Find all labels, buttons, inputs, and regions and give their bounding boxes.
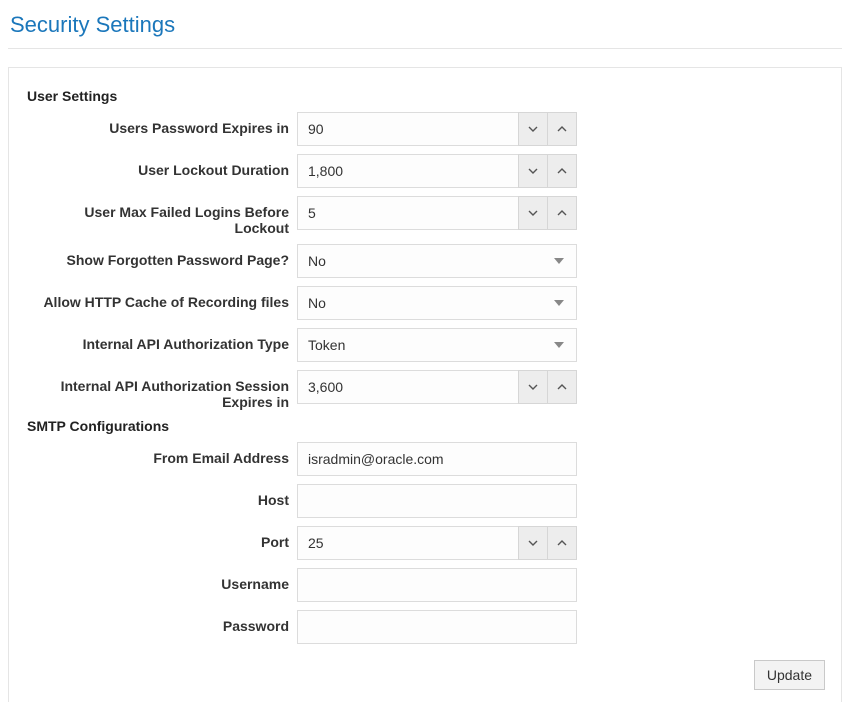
caret-down-icon bbox=[552, 338, 566, 352]
settings-panel: User Settings Users Password Expires in … bbox=[8, 67, 842, 702]
label-max-failed-logins: User Max Failed Logins Before Lockout bbox=[27, 196, 297, 236]
label-username: Username bbox=[27, 568, 297, 592]
label-host: Host bbox=[27, 484, 297, 508]
input-password[interactable] bbox=[297, 610, 577, 644]
select-value-show-forgotten: No bbox=[308, 253, 552, 269]
input-host[interactable] bbox=[297, 484, 577, 518]
label-password: Password bbox=[27, 610, 297, 634]
row-lockout-duration: User Lockout Duration bbox=[27, 154, 823, 188]
chevron-up-icon bbox=[557, 539, 567, 547]
row-api-session-expires: Internal API Authorization Session Expir… bbox=[27, 370, 823, 410]
chevron-down-icon bbox=[528, 209, 538, 217]
row-host: Host bbox=[27, 484, 823, 518]
select-allow-http-cache[interactable]: No bbox=[297, 286, 577, 320]
row-api-auth-type: Internal API Authorization Type Token bbox=[27, 328, 823, 362]
caret-down-icon bbox=[552, 254, 566, 268]
row-show-forgotten: Show Forgotten Password Page? No bbox=[27, 244, 823, 278]
row-password-expires: Users Password Expires in bbox=[27, 112, 823, 146]
select-show-forgotten[interactable]: No bbox=[297, 244, 577, 278]
spinner-port bbox=[297, 526, 577, 560]
row-username: Username bbox=[27, 568, 823, 602]
input-password-expires[interactable] bbox=[297, 112, 518, 146]
spinner-up-password-expires[interactable] bbox=[547, 112, 577, 146]
spinner-lockout-duration bbox=[297, 154, 577, 188]
select-value-api-auth-type: Token bbox=[308, 337, 552, 353]
chevron-up-icon bbox=[557, 125, 567, 133]
spinner-up-max-failed-logins[interactable] bbox=[547, 196, 577, 230]
spinner-down-lockout-duration[interactable] bbox=[518, 154, 548, 188]
section-smtp-configurations: SMTP Configurations bbox=[27, 418, 823, 434]
input-from-email[interactable] bbox=[297, 442, 577, 476]
label-api-session-expires: Internal API Authorization Session Expir… bbox=[27, 370, 297, 410]
input-lockout-duration[interactable] bbox=[297, 154, 518, 188]
chevron-up-icon bbox=[557, 209, 567, 217]
spinner-max-failed-logins bbox=[297, 196, 577, 230]
chevron-down-icon bbox=[528, 125, 538, 133]
section-user-settings: User Settings bbox=[27, 88, 823, 104]
input-username[interactable] bbox=[297, 568, 577, 602]
label-api-auth-type: Internal API Authorization Type bbox=[27, 328, 297, 352]
input-api-session-expires[interactable] bbox=[297, 370, 518, 404]
row-allow-http-cache: Allow HTTP Cache of Recording files No bbox=[27, 286, 823, 320]
chevron-up-icon bbox=[557, 167, 567, 175]
label-port: Port bbox=[27, 526, 297, 550]
label-show-forgotten: Show Forgotten Password Page? bbox=[27, 244, 297, 268]
chevron-down-icon bbox=[528, 539, 538, 547]
label-lockout-duration: User Lockout Duration bbox=[27, 154, 297, 178]
label-from-email: From Email Address bbox=[27, 442, 297, 466]
spinner-up-lockout-duration[interactable] bbox=[547, 154, 577, 188]
spinner-api-session-expires bbox=[297, 370, 577, 404]
select-api-auth-type[interactable]: Token bbox=[297, 328, 577, 362]
spinner-down-api-session-expires[interactable] bbox=[518, 370, 548, 404]
input-port[interactable] bbox=[297, 526, 518, 560]
select-value-allow-http-cache: No bbox=[308, 295, 552, 311]
input-max-failed-logins[interactable] bbox=[297, 196, 518, 230]
spinner-down-port[interactable] bbox=[518, 526, 548, 560]
row-max-failed-logins: User Max Failed Logins Before Lockout bbox=[27, 196, 823, 236]
divider bbox=[8, 48, 842, 49]
page-title: Security Settings bbox=[8, 8, 842, 48]
spinner-up-port[interactable] bbox=[547, 526, 577, 560]
spinner-password-expires bbox=[297, 112, 577, 146]
spinner-down-password-expires[interactable] bbox=[518, 112, 548, 146]
update-button[interactable]: Update bbox=[754, 660, 825, 690]
row-port: Port bbox=[27, 526, 823, 560]
caret-down-icon bbox=[552, 296, 566, 310]
chevron-down-icon bbox=[528, 167, 538, 175]
label-password-expires: Users Password Expires in bbox=[27, 112, 297, 136]
row-password: Password bbox=[27, 610, 823, 644]
label-allow-http-cache: Allow HTTP Cache of Recording files bbox=[27, 286, 297, 310]
chevron-down-icon bbox=[528, 383, 538, 391]
chevron-up-icon bbox=[557, 383, 567, 391]
spinner-up-api-session-expires[interactable] bbox=[547, 370, 577, 404]
row-from-email: From Email Address bbox=[27, 442, 823, 476]
spinner-down-max-failed-logins[interactable] bbox=[518, 196, 548, 230]
